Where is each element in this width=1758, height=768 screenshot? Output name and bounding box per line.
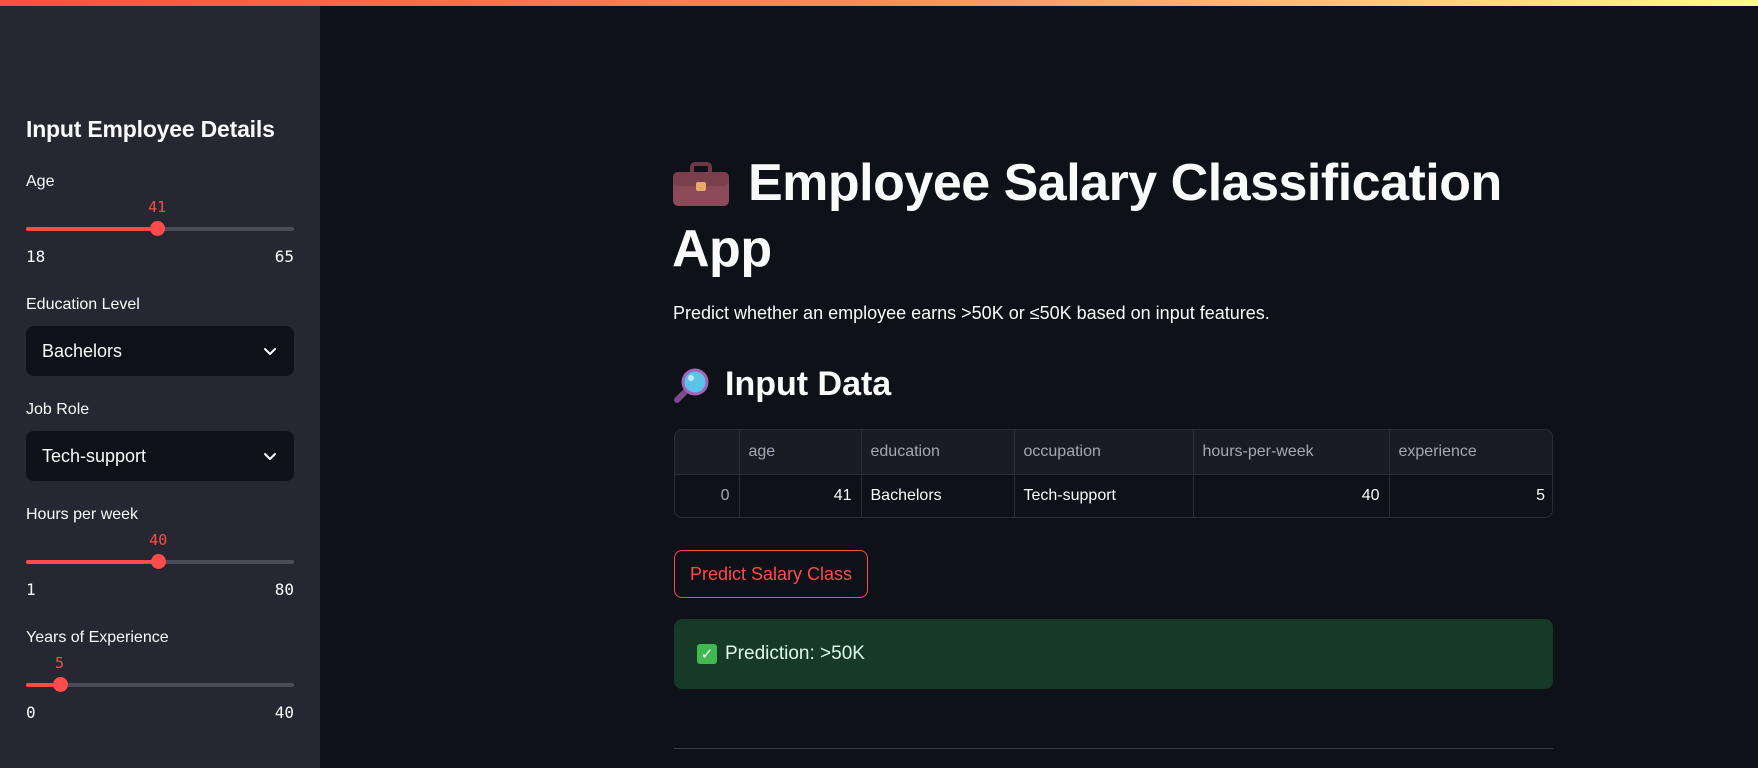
- experience-slider-thumb[interactable]: [52, 677, 68, 692]
- sidebar: Input Employee Details Age 41 18 65 Educ…: [0, 0, 320, 768]
- age-slider[interactable]: 41: [26, 198, 294, 236]
- table-cell-hours-per-week[interactable]: 40: [1193, 474, 1390, 517]
- hours-slider-thumb[interactable]: [151, 554, 167, 569]
- table-header-age[interactable]: age: [739, 430, 862, 475]
- predict-salary-button[interactable]: Predict Salary Class: [674, 550, 869, 598]
- experience-slider[interactable]: 5: [26, 654, 294, 692]
- age-slider-thumb[interactable]: [150, 221, 166, 236]
- education-selected-value: Bachelors: [42, 340, 123, 361]
- check-icon: ✓: [697, 644, 717, 664]
- table-cell-age[interactable]: 41: [739, 474, 862, 517]
- age-label: Age: [26, 173, 55, 190]
- top-decoration-bar: [0, 0, 1758, 6]
- job-role-selected-value: Tech-support: [42, 445, 147, 466]
- magnifier-icon: [674, 368, 709, 403]
- hours-slider-value: 40: [149, 531, 168, 549]
- table-header-row: age education occupation hours-per-week …: [675, 430, 1552, 475]
- experience-slider-min: 0: [26, 703, 36, 722]
- page-title: Employee Salary Classification App: [672, 150, 1532, 282]
- input-data-table: age education occupation hours-per-week …: [674, 429, 1553, 518]
- chevron-down-icon: [264, 453, 276, 460]
- table-row: 0 41 Bachelors Tech-support 40 5: [675, 474, 1552, 517]
- table-cell-education[interactable]: Bachelors: [861, 474, 1015, 517]
- prediction-text: Prediction: >50K: [725, 643, 865, 664]
- age-slider-value: 41: [148, 198, 167, 216]
- table-header-education[interactable]: education: [861, 430, 1015, 475]
- table-header-occupation[interactable]: occupation: [1014, 430, 1194, 475]
- age-slider-fill: [26, 227, 158, 231]
- sidebar-title: Input Employee Details: [26, 116, 275, 142]
- chevron-down-icon: [264, 348, 276, 355]
- table-cell-experience[interactable]: 5: [1389, 474, 1552, 517]
- hours-slider-max: 80: [274, 580, 294, 599]
- experience-slider-max: 40: [274, 703, 294, 722]
- page-title-text: Employee Salary Classification App: [672, 154, 1502, 278]
- table-cell-index: 0: [675, 474, 740, 517]
- experience-slider-value: 5: [54, 654, 65, 672]
- table-cell-occupation[interactable]: Tech-support: [1014, 474, 1194, 517]
- section-divider: [674, 748, 1553, 749]
- table-header-experience[interactable]: experience: [1389, 430, 1552, 475]
- briefcase-icon: [673, 162, 729, 206]
- age-slider-min: 18: [26, 247, 46, 266]
- hours-label: Hours per week: [26, 506, 139, 523]
- job-role-label: Job Role: [26, 401, 90, 418]
- input-data-heading-text: Input Data: [725, 365, 892, 403]
- education-select[interactable]: Bachelors: [26, 326, 294, 376]
- hours-slider-fill: [26, 560, 159, 564]
- hours-slider-min: 1: [26, 580, 36, 599]
- page-subtitle: Predict whether an employee earns >50K o…: [673, 303, 1270, 323]
- education-label: Education Level: [26, 296, 140, 313]
- age-slider-max: 65: [274, 247, 294, 266]
- job-role-select[interactable]: Tech-support: [26, 431, 294, 481]
- input-data-heading: Input Data: [673, 365, 891, 404]
- prediction-success-alert: ✓ Prediction: >50K: [674, 619, 1553, 689]
- table-header-hours-per-week[interactable]: hours-per-week: [1193, 430, 1390, 475]
- table-header-index: [675, 430, 740, 475]
- hours-slider[interactable]: 40: [26, 531, 294, 569]
- experience-label: Years of Experience: [26, 629, 169, 646]
